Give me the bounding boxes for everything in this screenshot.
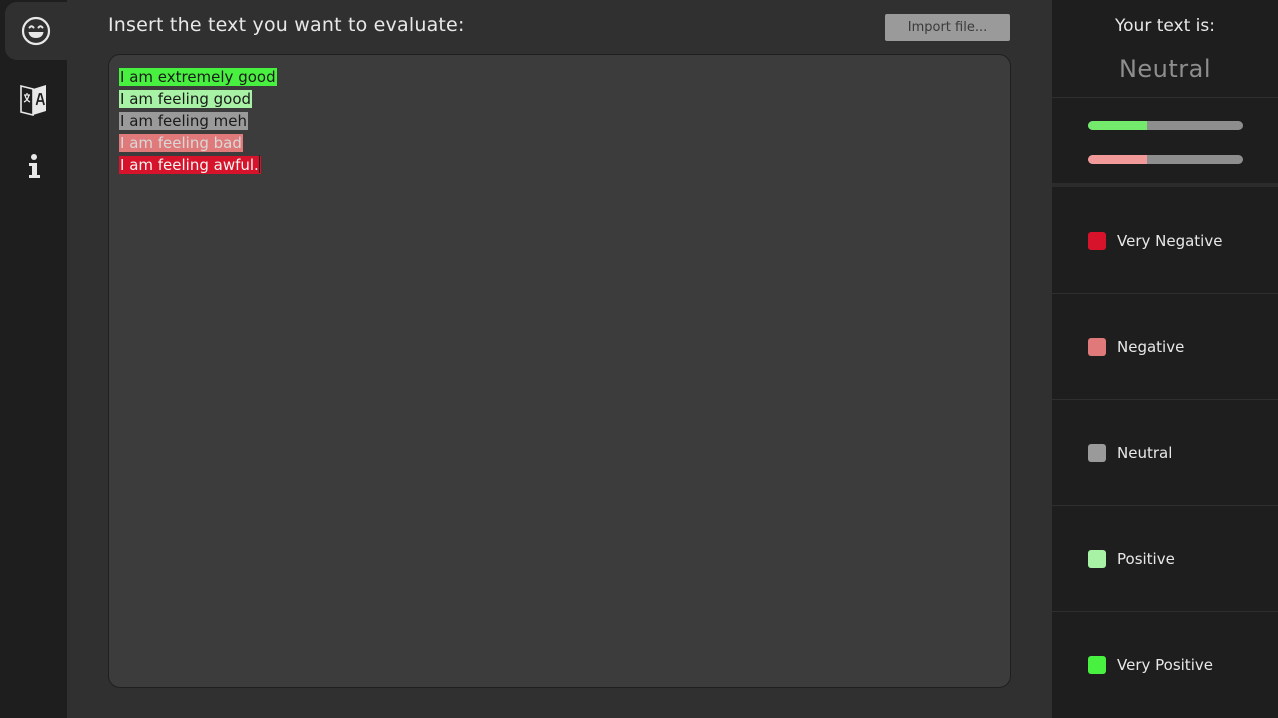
legend-item-positive: Positive bbox=[1052, 506, 1278, 612]
editor-line: I am feeling meh bbox=[119, 110, 1000, 132]
editor-line: I am feeling good bbox=[119, 88, 1000, 110]
legend-item-very-negative: Very Negative bbox=[1052, 188, 1278, 294]
nav-item-info[interactable] bbox=[0, 137, 67, 195]
result-value: Neutral bbox=[1118, 55, 1212, 83]
editor-line: I am feeling bad bbox=[119, 132, 1000, 154]
info-icon bbox=[28, 154, 40, 178]
translate-icon bbox=[19, 84, 46, 116]
nav-rail bbox=[0, 0, 67, 718]
result-panel: Your text is: Neutral Very Negative Nega… bbox=[1052, 0, 1278, 718]
highlight-positive: I am feeling good bbox=[119, 90, 253, 108]
negative-bar bbox=[1088, 155, 1243, 164]
text-editor[interactable]: I am extremely good I am feeling good I … bbox=[108, 54, 1011, 688]
legend-item-neutral: Neutral bbox=[1052, 400, 1278, 506]
legend-swatch bbox=[1088, 232, 1106, 250]
page-title: Insert the text you want to evaluate: bbox=[108, 14, 465, 36]
editor-line: I am extremely good bbox=[119, 66, 1000, 88]
legend-label: Very Negative bbox=[1117, 232, 1223, 250]
highlight-very-negative-text: I am feeling awful. bbox=[120, 156, 259, 174]
legend-swatch bbox=[1088, 550, 1106, 568]
legend-swatch bbox=[1088, 444, 1106, 462]
positive-bar bbox=[1088, 121, 1243, 130]
legend-label: Positive bbox=[1117, 550, 1175, 568]
highlight-neutral: I am feeling meh bbox=[119, 112, 248, 130]
text-caret bbox=[258, 155, 260, 173]
highlight-negative: I am feeling bad bbox=[119, 134, 243, 152]
import-file-button[interactable]: Import file... bbox=[885, 14, 1010, 41]
legend-swatch bbox=[1088, 656, 1106, 674]
grinning-face-icon bbox=[21, 16, 51, 46]
highlight-very-positive: I am extremely good bbox=[119, 68, 277, 86]
legend-label: Very Positive bbox=[1117, 656, 1213, 674]
nav-item-translate[interactable] bbox=[0, 70, 67, 128]
positive-bar-fill bbox=[1088, 121, 1147, 130]
highlight-very-negative: I am feeling awful. bbox=[119, 155, 261, 174]
legend-item-negative: Negative bbox=[1052, 294, 1278, 400]
nav-item-sentiment[interactable] bbox=[5, 2, 67, 60]
editor-line: I am feeling awful. bbox=[119, 154, 1000, 176]
legend-swatch bbox=[1088, 338, 1106, 356]
legend-label: Neutral bbox=[1117, 444, 1173, 462]
main-panel: Insert the text you want to evaluate: Im… bbox=[67, 0, 1052, 718]
legend-item-very-positive: Very Positive bbox=[1052, 612, 1278, 718]
negative-bar-fill bbox=[1088, 155, 1147, 164]
divider bbox=[1052, 97, 1278, 98]
legend-label: Negative bbox=[1117, 338, 1185, 356]
divider bbox=[1052, 183, 1278, 187]
result-label: Your text is: bbox=[1115, 16, 1215, 36]
